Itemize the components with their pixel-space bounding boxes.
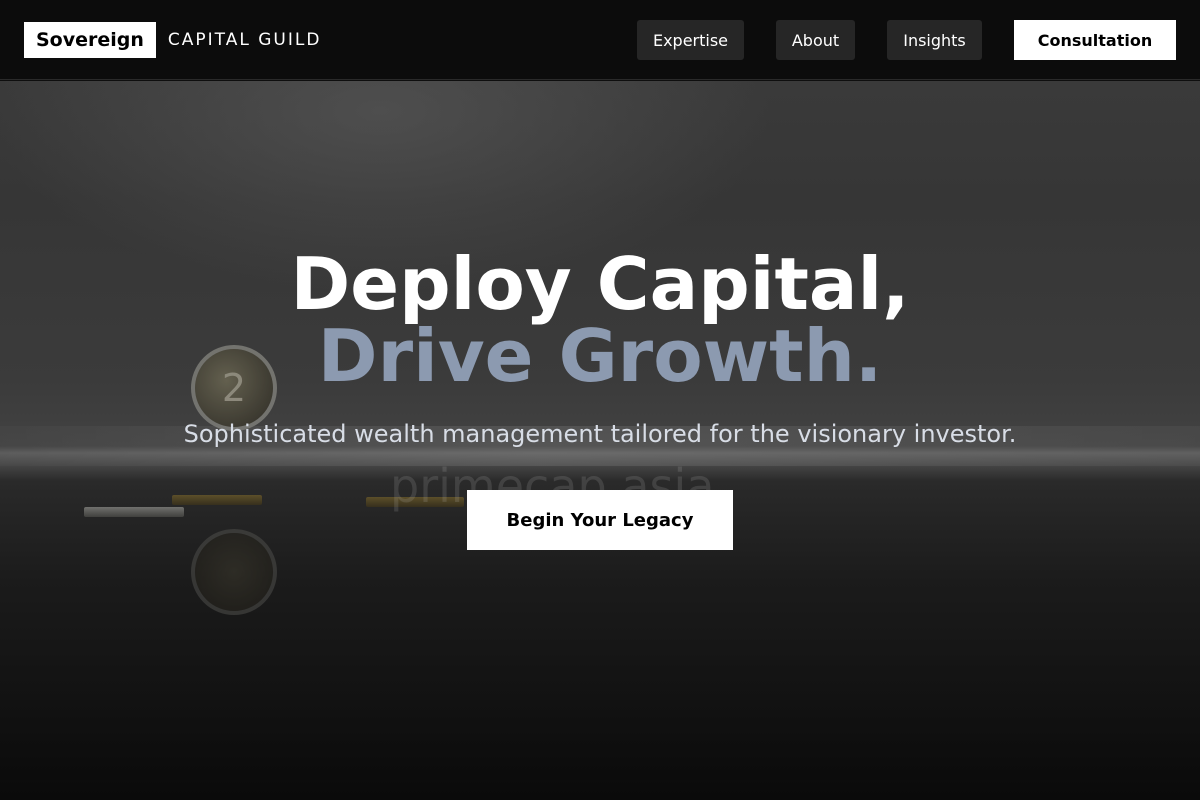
brand-name: CAPITAL GUILD [167, 30, 322, 50]
top-navbar: Sovereign CAPITAL GUILD Expertise About … [0, 0, 1200, 80]
coin-stack-image [84, 507, 184, 517]
hero-title-line-2: Drive Growth. [317, 314, 883, 398]
coin-stack-image [172, 495, 262, 505]
nav-link-about[interactable]: About [776, 20, 855, 60]
brand-logo[interactable]: Sovereign CAPITAL GUILD [24, 22, 321, 58]
hero-subtitle: Sophisticated wealth management tailored… [183, 420, 1017, 448]
coin-reflection-image [191, 529, 277, 615]
hero-title-line-1: Deploy Capital, [290, 242, 910, 326]
page: Sovereign CAPITAL GUILD Expertise About … [0, 0, 1200, 800]
hero-title: Deploy Capital, Drive Growth. [0, 248, 1200, 392]
nav-link-insights[interactable]: Insights [887, 20, 982, 60]
brand-logo-box: Sovereign [24, 22, 156, 58]
nav-link-expertise[interactable]: Expertise [637, 20, 744, 60]
consultation-button[interactable]: Consultation [1014, 20, 1176, 60]
begin-your-legacy-button[interactable]: Begin Your Legacy [467, 490, 733, 550]
